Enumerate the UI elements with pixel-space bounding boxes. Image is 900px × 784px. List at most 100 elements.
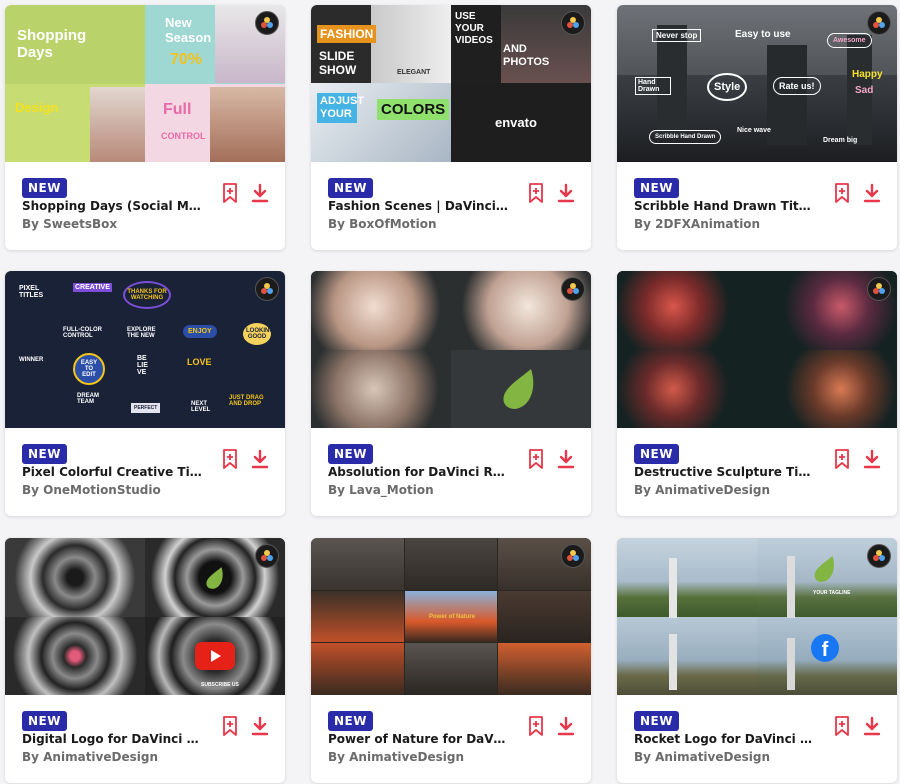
- item-thumbnail[interactable]: [617, 271, 897, 428]
- item-card[interactable]: SUBSCRIBE US NEW Digital Logo for DaVinc…: [5, 538, 285, 783]
- download-button[interactable]: [861, 714, 883, 738]
- item-author[interactable]: By AnimativeDesign: [328, 750, 464, 764]
- item-author[interactable]: By OneMotionStudio: [22, 483, 161, 497]
- envato-leaf-icon: [814, 556, 834, 582]
- thumb-text: CONTROL: [161, 131, 206, 141]
- item-thumbnail[interactable]: [311, 271, 591, 428]
- davinci-resolve-icon: [561, 544, 585, 568]
- item-thumbnail[interactable]: Power of Nature: [311, 538, 591, 695]
- thumb-text: BE LIE VE: [137, 355, 148, 376]
- thumb-text: ENJOY: [183, 325, 217, 338]
- item-author[interactable]: By 2DFXAnimation: [634, 217, 760, 231]
- item-thumbnail[interactable]: SUBSCRIBE US: [5, 538, 285, 695]
- new-badge: NEW: [634, 444, 679, 464]
- thumb-text: New Season: [165, 15, 212, 45]
- bookmark-button[interactable]: [831, 181, 853, 205]
- envato-leaf-icon: [503, 369, 534, 409]
- thumb-text: Nice wave: [737, 127, 771, 134]
- thumb-text: Rate us!: [773, 77, 821, 95]
- new-badge: NEW: [328, 711, 373, 731]
- item-title[interactable]: Scribble Hand Drawn Titles f...: [634, 199, 814, 213]
- item-card[interactable]: Never stop Easy to use Awesome Hand Draw…: [617, 5, 897, 250]
- thumb-text: Power of Nature: [429, 614, 476, 620]
- new-badge: NEW: [22, 711, 67, 731]
- thumb-text: Full: [163, 101, 192, 118]
- item-title[interactable]: Pixel Colorful Creative Titles f...: [22, 465, 202, 479]
- item-card[interactable]: Shopping Days New Season 70% Design Full…: [5, 5, 285, 250]
- item-author[interactable]: By BoxOfMotion: [328, 217, 437, 231]
- item-card[interactable]: FASHION SLIDE SHOW ELEGANT USE YOUR VIDE…: [311, 5, 591, 250]
- bookmark-icon: [223, 716, 237, 736]
- thumb-text: Dream big: [823, 137, 858, 144]
- item-title[interactable]: Rocket Logo for DaVinci Reso...: [634, 732, 814, 746]
- bookmark-icon: [529, 449, 543, 469]
- item-author[interactable]: By AnimativeDesign: [634, 483, 770, 497]
- thumb-text: COLORS: [377, 99, 450, 120]
- thumb-text: Sad: [855, 85, 874, 96]
- thumb-text: FULL-COLOR CONTROL: [63, 327, 102, 339]
- bookmark-button[interactable]: [219, 447, 241, 471]
- item-card[interactable]: Power of Nature NEW Power of Nature for …: [311, 538, 591, 783]
- item-author[interactable]: By SweetsBox: [22, 217, 117, 231]
- item-author[interactable]: By AnimativeDesign: [634, 750, 770, 764]
- item-author[interactable]: By Lava_Motion: [328, 483, 434, 497]
- item-title[interactable]: Destructive Sculpture Titles f...: [634, 465, 814, 479]
- download-icon: [251, 716, 269, 736]
- thumb-text: Easy to use: [735, 29, 791, 40]
- item-card[interactable]: NEW Absolution for DaVinci Resolve By La…: [311, 271, 591, 516]
- item-author[interactable]: By AnimativeDesign: [22, 750, 158, 764]
- download-button[interactable]: [555, 447, 577, 471]
- item-thumbnail[interactable]: Never stop Easy to use Awesome Hand Draw…: [617, 5, 897, 162]
- thumb-text: WINNER: [19, 357, 44, 363]
- download-icon: [251, 449, 269, 469]
- bookmark-button[interactable]: [525, 447, 547, 471]
- bookmark-button[interactable]: [525, 714, 547, 738]
- item-thumbnail[interactable]: FASHION SLIDE SHOW ELEGANT USE YOUR VIDE…: [311, 5, 591, 162]
- download-button[interactable]: [249, 447, 271, 471]
- item-title[interactable]: Power of Nature for DaVinci ...: [328, 732, 508, 746]
- thumb-text: ELEGANT: [397, 69, 431, 76]
- bookmark-button[interactable]: [831, 714, 853, 738]
- new-badge: NEW: [634, 178, 679, 198]
- new-badge: NEW: [22, 444, 67, 464]
- thumb-text: THANKS FOR WATCHING: [123, 281, 171, 309]
- item-card[interactable]: YOUR TAGLINE f NEW Rocket Logo for DaVin…: [617, 538, 897, 783]
- thumb-text: Design: [15, 100, 59, 115]
- item-title[interactable]: Fashion Scenes | DaVinci Reso...: [328, 199, 508, 213]
- download-icon: [557, 449, 575, 469]
- davinci-resolve-icon: [867, 277, 891, 301]
- new-badge: NEW: [328, 178, 373, 198]
- davinci-resolve-icon: [255, 544, 279, 568]
- download-button[interactable]: [249, 181, 271, 205]
- item-card[interactable]: NEW Destructive Sculpture Titles f... By…: [617, 271, 897, 516]
- item-thumbnail[interactable]: Shopping Days New Season 70% Design Full…: [5, 5, 285, 162]
- thumb-text: Shopping Days: [17, 27, 87, 61]
- download-button[interactable]: [555, 714, 577, 738]
- item-title[interactable]: Absolution for DaVinci Resolve: [328, 465, 508, 479]
- bookmark-icon: [529, 716, 543, 736]
- thumb-text: envato: [495, 115, 537, 130]
- thumb-text: EXPLORE THE NEW: [127, 327, 156, 339]
- download-button[interactable]: [861, 447, 883, 471]
- davinci-resolve-icon: [561, 11, 585, 35]
- davinci-resolve-icon: [255, 277, 279, 301]
- download-button[interactable]: [555, 181, 577, 205]
- thumb-text: NEXT LEVEL: [191, 401, 211, 413]
- download-button[interactable]: [249, 714, 271, 738]
- thumb-text: Happy: [852, 69, 883, 80]
- item-grid: Shopping Days New Season 70% Design Full…: [0, 0, 900, 784]
- envato-leaf-icon: [206, 567, 223, 589]
- thumb-text: EASY TO EDIT: [73, 353, 105, 385]
- bookmark-button[interactable]: [831, 447, 853, 471]
- bookmark-button[interactable]: [219, 714, 241, 738]
- item-title[interactable]: Digital Logo for DaVinci Reso...: [22, 732, 202, 746]
- item-thumbnail[interactable]: YOUR TAGLINE f: [617, 538, 897, 695]
- item-card[interactable]: PIXEL TITLES CREATIVE THANKS FOR WATCHIN…: [5, 271, 285, 516]
- item-title[interactable]: Shopping Days (Social Media...: [22, 199, 202, 213]
- bookmark-button[interactable]: [219, 181, 241, 205]
- bookmark-icon: [835, 449, 849, 469]
- thumb-text: ADJUST YOUR: [317, 93, 364, 123]
- item-thumbnail[interactable]: PIXEL TITLES CREATIVE THANKS FOR WATCHIN…: [5, 271, 285, 428]
- bookmark-button[interactable]: [525, 181, 547, 205]
- download-button[interactable]: [861, 181, 883, 205]
